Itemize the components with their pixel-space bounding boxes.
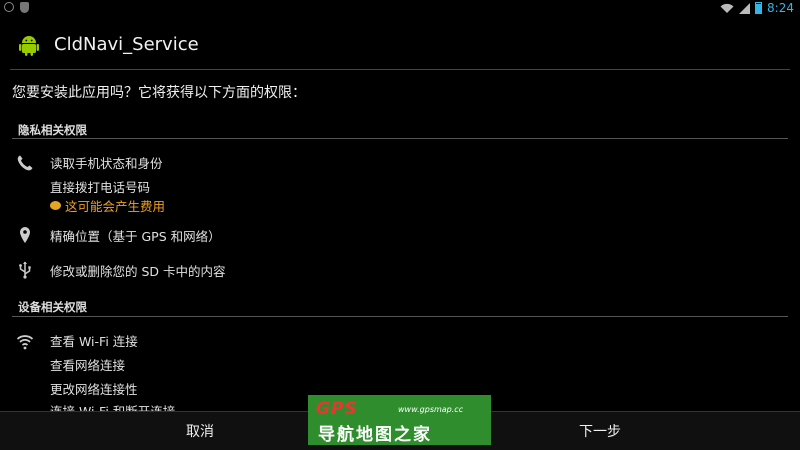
watermark: GPS www.gpsmap.cc 导航地图之家 xyxy=(308,395,491,445)
permission-change-network: 更改网络连接性 xyxy=(50,382,138,397)
section-divider xyxy=(12,138,788,139)
section-title-privacy: 隐私相关权限 xyxy=(18,123,87,137)
clock: 8:24 xyxy=(767,1,794,15)
wifi-icon xyxy=(16,335,34,350)
watermark-brand: GPS xyxy=(316,399,358,419)
permission-call-phone: 直接拨打电话号码 xyxy=(50,180,151,195)
status-bar: 8:24 xyxy=(0,0,800,18)
watermark-name: 导航地图之家 xyxy=(318,425,432,445)
location-pin-icon xyxy=(20,227,30,243)
signal-icon xyxy=(739,2,751,14)
permission-view-network: 查看网络连接 xyxy=(50,358,126,373)
phone-icon xyxy=(17,155,33,171)
wifi-icon xyxy=(720,3,734,13)
status-right: 8:24 xyxy=(720,1,794,15)
title-bar: CldNavi_Service xyxy=(0,20,800,70)
install-question: 您要安装此应用吗？它将获得以下方面的权限： xyxy=(12,85,306,101)
permission-fine-location: 精确位置（基于 GPS 和网络） xyxy=(50,229,221,244)
section-divider xyxy=(12,316,788,317)
watermark-url: www.gpsmap.cc xyxy=(398,405,464,414)
status-left xyxy=(4,2,29,13)
permission-sd-card: 修改或删除您的 SD 卡中的内容 xyxy=(50,264,226,279)
usb-icon xyxy=(19,261,31,279)
notification-dot-icon xyxy=(4,2,14,12)
app-title: CldNavi_Service xyxy=(54,34,199,55)
title-divider xyxy=(10,69,790,70)
coins-icon xyxy=(50,201,61,210)
permission-read-phone-state: 读取手机状态和身份 xyxy=(50,156,163,171)
android-icon xyxy=(19,36,39,56)
cost-warning-text: 这可能会产生费用 xyxy=(65,199,166,214)
permission-view-wifi: 查看 Wi-Fi 连接 xyxy=(50,334,138,349)
cost-warning: 这可能会产生费用 xyxy=(50,196,165,215)
battery-icon xyxy=(755,2,763,14)
section-title-device: 设备相关权限 xyxy=(18,300,87,314)
shield-icon xyxy=(20,2,29,13)
